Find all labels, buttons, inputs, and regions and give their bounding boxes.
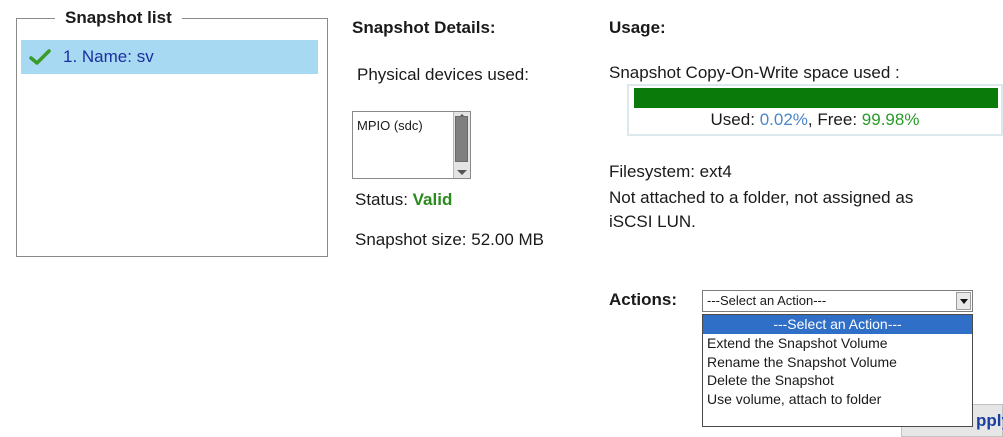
snapshot-list-item-label: 1. Name: sv xyxy=(63,47,154,66)
usage-progress-bar xyxy=(634,88,998,108)
used-value: 0.02% xyxy=(759,110,808,129)
actions-select[interactable]: ---Select an Action--- xyxy=(702,290,973,312)
scroll-down-icon[interactable] xyxy=(457,170,467,175)
status-line: Status: Valid xyxy=(355,190,452,210)
physical-devices-listbox[interactable]: MPIO (sdc) xyxy=(352,111,471,179)
free-value: 99.98% xyxy=(861,110,920,129)
snapshot-list-item[interactable]: 1. Name: sv xyxy=(21,40,318,74)
snapshot-list-legend: Snapshot list xyxy=(55,8,182,28)
filesystem-text: Filesystem: ext4 xyxy=(609,162,732,181)
actions-dropdown-list[interactable]: ---Select an Action--- Extend the Snapsh… xyxy=(702,314,973,427)
apply-button-label: pply xyxy=(976,411,1003,430)
usage-separator: , xyxy=(807,110,813,129)
usage-box: Used: 0.02%, Free: 99.98% xyxy=(627,84,1003,136)
check-icon xyxy=(29,49,51,65)
free-label: Free: xyxy=(817,110,858,129)
snapshot-size: Snapshot size: 52.00 MB xyxy=(355,230,545,249)
used-label: Used: xyxy=(710,110,755,129)
attach-line-1: Not attached to a folder, not assigned a… xyxy=(609,188,914,207)
usage-heading: Usage: xyxy=(609,18,666,37)
device-item[interactable]: MPIO (sdc) xyxy=(357,118,423,133)
usage-text: Used: 0.02%, Free: 99.98% xyxy=(629,110,1001,130)
status-value: Valid xyxy=(412,190,453,209)
action-option[interactable]: Use volume, attach to folder xyxy=(703,390,972,409)
usage-progress-fill xyxy=(634,88,998,108)
physical-devices-label: Physical devices used: xyxy=(357,65,529,84)
devices-scrollbar[interactable] xyxy=(453,112,470,178)
action-option[interactable]: Extend the Snapshot Volume xyxy=(703,334,972,353)
details-heading: Snapshot Details: xyxy=(352,18,496,37)
action-option[interactable]: Delete the Snapshot xyxy=(703,371,972,390)
action-option[interactable]: Rename the Snapshot Volume xyxy=(703,353,972,372)
action-option[interactable]: ---Select an Action--- xyxy=(703,315,972,334)
cow-space-label: Snapshot Copy-On-Write space used : xyxy=(609,63,900,82)
scroll-thumb[interactable] xyxy=(455,116,468,162)
chevron-down-icon[interactable] xyxy=(956,292,971,310)
status-label: Status: xyxy=(355,190,408,209)
attach-line-2: iSCSI LUN. xyxy=(609,212,696,231)
actions-select-value: ---Select an Action--- xyxy=(707,293,827,308)
actions-label: Actions: xyxy=(609,290,677,309)
